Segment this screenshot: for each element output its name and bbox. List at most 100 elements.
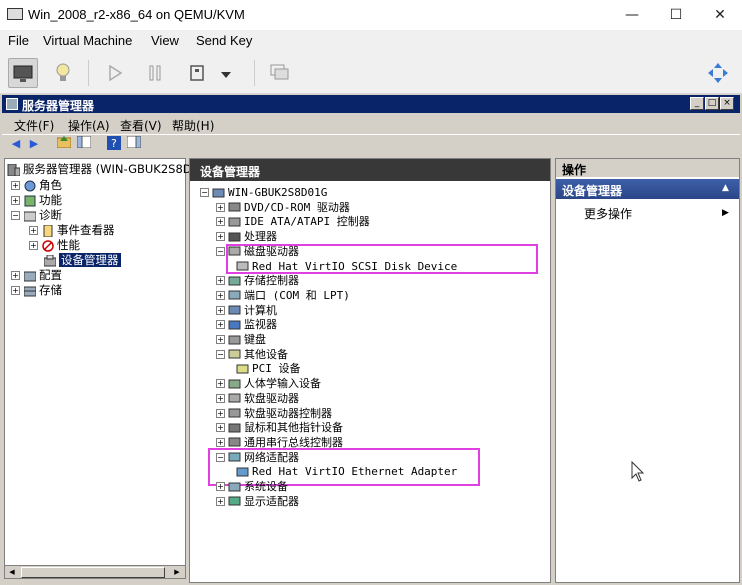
menu-send-key[interactable]: Send Key — [196, 33, 252, 48]
device-category[interactable]: + 键盘 — [216, 332, 266, 347]
device-category[interactable]: + 计算机 — [216, 303, 277, 318]
device-category[interactable]: + 监视器 — [216, 317, 277, 332]
scroll-right-icon[interactable]: ▶ — [171, 567, 183, 578]
device-category[interactable]: + 处理器 — [216, 229, 277, 244]
device-category[interactable]: − 其他设备 — [216, 347, 288, 362]
scroll-left-icon[interactable]: ◀ — [6, 567, 18, 578]
minimize-button[interactable]: — — [622, 6, 642, 24]
inner-minimize-button[interactable]: _ — [690, 97, 704, 110]
expand-toggle[interactable]: + — [216, 217, 225, 227]
expand-toggle[interactable]: + — [11, 196, 20, 205]
snapshots-button[interactable] — [265, 58, 295, 88]
pause-button[interactable] — [140, 58, 170, 88]
properties-icon[interactable] — [126, 135, 142, 152]
show-hide-tree-icon[interactable] — [76, 135, 92, 152]
configuration-icon — [23, 270, 36, 282]
menu-file[interactable]: File — [8, 33, 29, 48]
collapse-toggle[interactable]: − — [200, 188, 209, 197]
shutdown-button[interactable] — [182, 58, 212, 88]
tree-item[interactable]: + 角色 — [11, 178, 62, 193]
device-category[interactable]: + 通用串行总线控制器 — [216, 435, 343, 450]
collapse-toggle[interactable]: − — [216, 349, 225, 359]
tree-item[interactable]: 服务器管理器 (WIN-GBUK2S8D01 — [7, 162, 206, 177]
expand-toggle[interactable]: + — [216, 202, 225, 212]
collapse-toggle[interactable]: − — [11, 211, 20, 220]
device-category[interactable]: + IDE ATA/ATAPI 控制器 — [216, 214, 370, 229]
expand-toggle[interactable]: + — [216, 320, 225, 330]
storage-icon — [23, 285, 36, 297]
run-button[interactable] — [100, 58, 130, 88]
close-button[interactable]: ✕ — [710, 6, 730, 24]
expand-toggle[interactable]: + — [216, 393, 225, 403]
help-icon[interactable]: ? — [106, 136, 122, 152]
tree-item[interactable]: + 功能 — [11, 193, 62, 208]
more-actions-item[interactable]: 更多操作 — [584, 205, 632, 222]
up-folder-icon[interactable] — [56, 136, 72, 152]
expand-toggle[interactable]: + — [216, 408, 225, 418]
horizontal-scrollbar[interactable]: ◀ ▶ — [4, 565, 186, 579]
tree-item[interactable]: + 存储 — [11, 283, 62, 298]
expand-toggle[interactable]: + — [216, 305, 225, 315]
expand-toggle[interactable]: + — [11, 286, 20, 295]
shutdown-dropdown[interactable] — [216, 58, 236, 88]
collapse-arrow-icon[interactable]: ▲ — [722, 183, 729, 193]
details-button[interactable] — [48, 58, 78, 88]
expand-toggle[interactable]: + — [29, 241, 38, 250]
expand-toggle[interactable]: + — [216, 379, 225, 389]
expand-toggle[interactable]: + — [216, 496, 225, 506]
fullscreen-button[interactable] — [703, 58, 733, 88]
device-label: 软盘驱动器控制器 — [244, 406, 332, 420]
menu-view[interactable]: View — [151, 33, 179, 48]
tree-label: 设备管理器 — [59, 253, 121, 267]
expand-toggle[interactable]: + — [216, 276, 225, 286]
device-category[interactable]: + 存储控制器 — [216, 273, 299, 288]
device-category[interactable]: + 软盘驱动器控制器 — [216, 406, 332, 421]
maximize-button[interactable]: ☐ — [666, 6, 686, 24]
tree-item[interactable]: + 性能 — [29, 238, 80, 253]
device-category[interactable]: + 软盘驱动器 — [216, 391, 299, 406]
expand-toggle[interactable]: + — [216, 232, 225, 242]
console-button[interactable] — [8, 58, 38, 88]
expand-toggle[interactable]: + — [11, 271, 20, 280]
inner-maximize-button[interactable]: □ — [705, 97, 719, 110]
toolbar-separator — [254, 60, 255, 86]
tree-item[interactable]: + 事件查看器 — [29, 223, 115, 238]
forward-arrow-icon[interactable]: ▶ — [26, 136, 42, 152]
device-category[interactable]: − 网络适配器 — [216, 450, 299, 465]
toolbar-separator — [88, 60, 89, 86]
menu-virtual-machine[interactable]: Virtual Machine — [43, 33, 132, 48]
device-category[interactable]: + 显示适配器 — [216, 494, 299, 509]
tree-item[interactable]: − 诊断 — [11, 208, 62, 223]
menu-action-cn[interactable]: 操作(A) — [68, 117, 110, 134]
tree-item[interactable]: + 配置 — [11, 268, 62, 283]
expand-toggle[interactable]: + — [216, 482, 225, 491]
device-item[interactable]: PCI 设备 — [236, 361, 301, 376]
expand-toggle[interactable]: + — [216, 423, 225, 433]
device-category[interactable]: + 鼠标和其他指针设备 — [216, 420, 343, 435]
expand-toggle[interactable]: + — [216, 290, 225, 300]
device-category[interactable]: − 磁盘驱动器 — [216, 244, 299, 259]
device-item[interactable]: Red Hat VirtIO Ethernet Adapter — [236, 464, 457, 479]
actions-section-header[interactable]: 设备管理器 ▲ — [556, 179, 739, 199]
menu-help-cn[interactable]: 帮助(H) — [172, 117, 214, 134]
snapshot-icon — [270, 64, 289, 80]
device-category[interactable]: + 人体学输入设备 — [216, 376, 321, 391]
expand-toggle[interactable]: + — [11, 181, 20, 190]
scrollbar-thumb[interactable] — [21, 567, 165, 578]
device-category[interactable]: − WIN-GBUK2S8D01G — [200, 185, 327, 200]
menu-view-cn[interactable]: 查看(V) — [120, 117, 162, 134]
device-item[interactable]: Red Hat VirtIO SCSI Disk Device — [236, 259, 457, 274]
device-category[interactable]: + 系统设备 — [216, 479, 288, 494]
fullscreen-icon — [708, 63, 728, 83]
inner-close-button[interactable]: × — [720, 97, 734, 110]
device-category[interactable]: + DVD/CD-ROM 驱动器 — [216, 200, 350, 215]
back-arrow-icon[interactable]: ◀ — [8, 136, 24, 152]
menu-file-cn[interactable]: 文件(F) — [14, 117, 54, 134]
collapse-toggle[interactable]: − — [216, 452, 225, 462]
expand-toggle[interactable]: + — [216, 335, 225, 344]
tree-item-selected[interactable]: 设备管理器 — [43, 253, 121, 268]
device-category[interactable]: + 端口 (COM 和 LPT) — [216, 288, 350, 303]
expand-toggle[interactable]: + — [29, 226, 38, 235]
collapse-toggle[interactable]: − — [216, 246, 225, 256]
expand-toggle[interactable]: + — [216, 437, 225, 447]
